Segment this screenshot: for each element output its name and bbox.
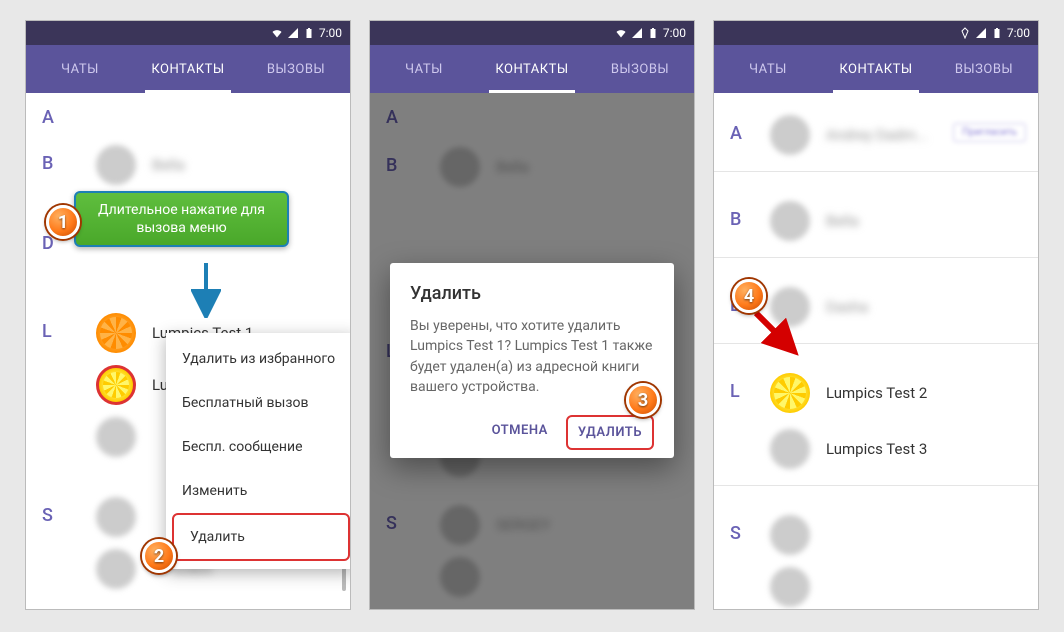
step-marker-2: 2 — [142, 539, 176, 573]
dialog-cancel-button[interactable]: ОТМЕНА — [482, 415, 558, 450]
tab-contacts[interactable]: КОНТАКТЫ — [478, 45, 586, 93]
tab-chats[interactable]: ЧАТЫ — [370, 45, 478, 93]
red-arrow-icon — [750, 307, 800, 357]
tab-contacts[interactable]: КОНТАКТЫ — [134, 45, 242, 93]
dialog-body: Вы уверены, что хотите удалить Lumpics T… — [410, 316, 654, 397]
section-L: L — [42, 321, 52, 342]
step-marker-4: 4 — [732, 279, 766, 313]
section-B: B — [42, 153, 53, 174]
avatar-lemon-icon — [770, 373, 810, 413]
divider — [714, 171, 1038, 172]
avatar — [770, 115, 810, 155]
top-tabs: ЧАТЫ КОНТАКТЫ ВЫЗОВЫ — [714, 45, 1038, 93]
context-menu: Удалить из избранного Бесплатный вызов Б… — [166, 333, 350, 569]
phone-screen-1: 7:00 ЧАТЫ КОНТАКТЫ ВЫЗОВЫ A B Bella D L … — [25, 20, 351, 610]
contact-name: Lumpics Test 3 — [826, 440, 927, 458]
step-marker-3: 3 — [626, 383, 660, 417]
contact-row[interactable]: Bella — [96, 145, 185, 185]
menu-remove-fav[interactable]: Удалить из избранного — [166, 337, 350, 381]
dialog-title: Удалить — [410, 283, 654, 304]
avatar — [96, 497, 136, 537]
contacts-list: A B Bella L Lumpics Test 1 Lumpics Test … — [370, 93, 694, 609]
contact-row[interactable] — [96, 497, 136, 537]
signal-icon — [287, 27, 299, 39]
contact-name: Bella — [826, 212, 859, 230]
avatar — [96, 417, 136, 457]
delete-dialog: Удалить Вы уверены, что хотите удалить L… — [390, 263, 674, 458]
signal-icon — [975, 27, 987, 39]
avatar — [770, 429, 810, 469]
menu-free-call[interactable]: Бесплатный вызов — [166, 381, 350, 425]
contact-name: Bella — [152, 156, 185, 174]
top-tabs: ЧАТЫ КОНТАКТЫ ВЫЗОВЫ — [26, 45, 350, 93]
section-L: L — [730, 381, 740, 402]
contact-name: Lumpics Test 2 — [826, 384, 927, 402]
phone-screen-2: 7:00 ЧАТЫ КОНТАКТЫ ВЫЗОВЫ A B Bella L Lu… — [369, 20, 695, 610]
tooltip-text: Длительное нажатие для вызова меню — [98, 202, 265, 236]
avatar — [96, 145, 136, 185]
avatar-lemon-icon — [96, 365, 136, 405]
avatar — [770, 201, 810, 241]
phone-screen-3: 7:00 ЧАТЫ КОНТАКТЫ ВЫЗОВЫ A Andrey Dadm.… — [713, 20, 1039, 610]
divider — [714, 257, 1038, 258]
tab-calls[interactable]: ВЫЗОВЫ — [242, 45, 350, 93]
contact-row[interactable]: Bella — [770, 201, 859, 241]
section-A: A — [730, 123, 742, 144]
contact-name: Andrey Dadm... — [826, 126, 928, 144]
divider — [714, 485, 1038, 486]
diamond-icon — [959, 27, 971, 39]
status-bar: 7:00 — [26, 21, 350, 45]
wifi-icon — [615, 27, 627, 39]
section-B: B — [730, 209, 741, 230]
avatar-orange-icon — [96, 313, 136, 353]
section-A: A — [42, 107, 54, 128]
contact-row[interactable] — [96, 417, 136, 457]
avatar — [770, 567, 810, 607]
contact-row[interactable] — [770, 515, 810, 555]
dialog-confirm-button[interactable]: УДАЛИТЬ — [566, 415, 654, 450]
status-bar: 7:00 — [714, 21, 1038, 45]
dialog-actions: ОТМЕНА УДАЛИТЬ — [410, 415, 654, 450]
tab-chats[interactable]: ЧАТЫ — [714, 45, 822, 93]
status-time: 7:00 — [1007, 26, 1030, 40]
menu-edit[interactable]: Изменить — [166, 469, 350, 513]
tab-chats[interactable]: ЧАТЫ — [26, 45, 134, 93]
contact-row[interactable]: Andrey Dadm... — [770, 115, 928, 155]
section-S: S — [42, 505, 53, 526]
section-D: D — [42, 233, 54, 254]
top-tabs: ЧАТЫ КОНТАКТЫ ВЫЗОВЫ — [370, 45, 694, 93]
menu-delete[interactable]: Удалить — [172, 513, 350, 561]
avatar — [770, 515, 810, 555]
wifi-icon — [271, 27, 283, 39]
battery-icon — [991, 27, 1003, 39]
battery-icon — [647, 27, 659, 39]
contact-name: Dasha — [826, 298, 868, 316]
status-time: 7:00 — [319, 26, 342, 40]
avatar — [96, 549, 136, 589]
battery-icon — [303, 27, 315, 39]
tab-calls[interactable]: ВЫЗОВЫ — [930, 45, 1038, 93]
step-marker-1: 1 — [46, 205, 80, 239]
contact-lumpics2[interactable]: Lu — [96, 365, 168, 405]
contact-lumpics3[interactable]: Lumpics Test 3 — [770, 429, 927, 469]
contacts-list[interactable]: A B Bella D L Lumpics Test 1 Lu S av Ani… — [26, 93, 350, 609]
tab-contacts[interactable]: КОНТАКТЫ — [822, 45, 930, 93]
status-time: 7:00 — [663, 26, 686, 40]
tab-calls[interactable]: ВЫЗОВЫ — [586, 45, 694, 93]
section-S: S — [730, 523, 741, 544]
invite-button[interactable]: Пригласить — [953, 123, 1026, 142]
signal-icon — [631, 27, 643, 39]
arrow-down-icon — [191, 263, 221, 318]
tooltip-callout: Длительное нажатие для вызова меню — [74, 191, 289, 247]
menu-free-msg[interactable]: Беспл. сообщение — [166, 425, 350, 469]
status-bar: 7:00 — [370, 21, 694, 45]
contact-lumpics2[interactable]: Lumpics Test 2 — [770, 373, 927, 413]
contact-row[interactable] — [770, 567, 810, 607]
